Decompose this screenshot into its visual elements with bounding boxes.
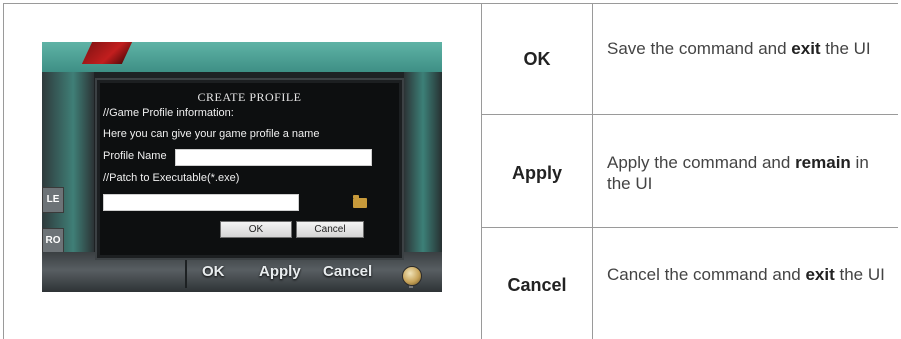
desc-text: Save the command and xyxy=(607,39,792,58)
folder-icon[interactable] xyxy=(353,195,367,208)
table-row-divider xyxy=(481,227,898,228)
create-profile-dialog: CREATE PROFILE //Game Profile informatio… xyxy=(95,78,404,260)
bottom-cancel-button[interactable]: Cancel xyxy=(323,263,372,280)
dialog-cancel-button[interactable]: Cancel xyxy=(296,221,364,238)
ui-screenshot: LE RO OK Apply Cancel CREATE PROFILE //G… xyxy=(42,42,442,292)
dialog-title: CREATE PROFILE xyxy=(197,90,302,104)
desc-text: the UI xyxy=(820,39,871,58)
desc-text: Apply the command and xyxy=(607,153,796,172)
bottom-ok-button[interactable]: OK xyxy=(202,263,225,280)
table-row-divider xyxy=(481,114,898,115)
side-tab[interactable]: LE xyxy=(42,187,64,213)
profile-name-label: Profile Name xyxy=(103,150,167,162)
game-profile-info-label: //Game Profile information: xyxy=(103,107,234,119)
command-apply: Apply xyxy=(511,163,562,183)
dialog-ok-button[interactable]: OK xyxy=(220,221,292,238)
desc-bold: exit xyxy=(805,265,835,284)
bottom-bar-separator xyxy=(185,256,187,288)
bottom-apply-button[interactable]: Apply xyxy=(259,263,301,280)
profile-name-input[interactable] xyxy=(175,149,372,166)
description-ok: Save the command and exit the UI xyxy=(607,38,893,59)
patch-to-executable-label: //Patch to Executable(*.exe) xyxy=(103,172,240,184)
executable-path-input[interactable] xyxy=(103,194,299,211)
profile-hint-label: Here you can give your game profile a na… xyxy=(103,128,320,140)
table-col-divider-2 xyxy=(592,3,593,339)
side-tab[interactable]: RO xyxy=(42,228,64,254)
knob-icon[interactable] xyxy=(402,266,422,286)
desc-text: Cancel the command and xyxy=(607,265,806,284)
desc-bold: remain xyxy=(795,153,851,172)
command-ok: OK xyxy=(523,49,551,69)
desc-text: the UI xyxy=(834,265,885,284)
table-top-border xyxy=(3,3,898,4)
command-cancel: Cancel xyxy=(507,275,567,295)
description-apply: Apply the command and remain in the UI xyxy=(607,152,893,194)
description-cancel: Cancel the command and exit the UI xyxy=(607,264,893,285)
desc-bold: exit xyxy=(791,39,821,58)
table-left-border xyxy=(3,3,4,339)
